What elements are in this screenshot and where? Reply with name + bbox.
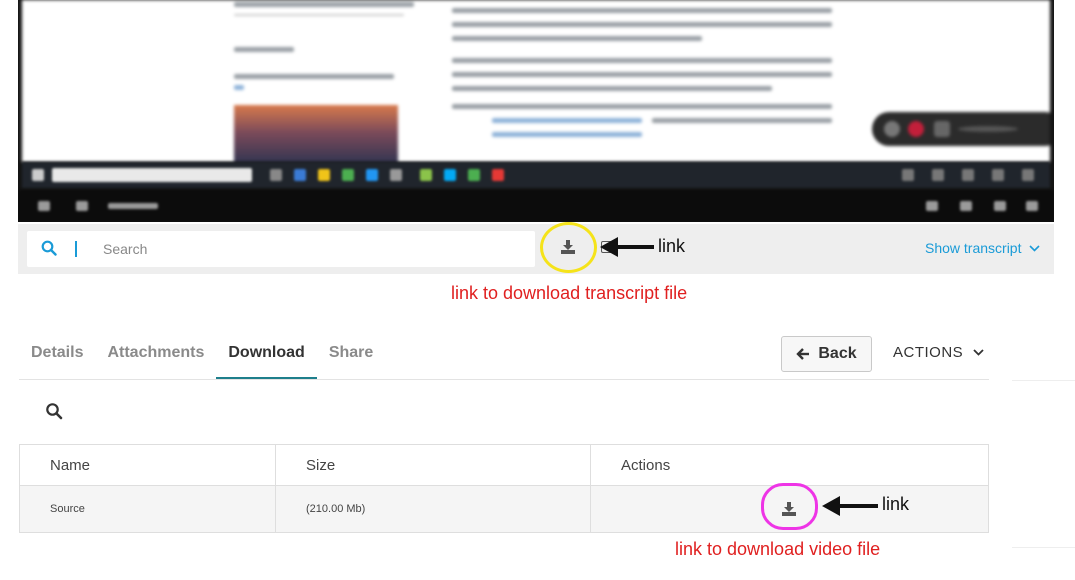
player-controls[interactable] <box>18 190 1054 222</box>
download-video-button[interactable] <box>777 497 801 521</box>
tab-share[interactable]: Share <box>317 330 385 380</box>
show-transcript-toggle[interactable]: Show transcript <box>925 240 1041 256</box>
column-header-actions: Actions <box>590 445 988 485</box>
column-header-size: Size <box>275 445 590 485</box>
download-transcript-button[interactable] <box>556 235 580 259</box>
row-actions <box>590 486 988 532</box>
show-transcript-label: Show transcript <box>925 240 1022 256</box>
divider <box>1012 547 1075 548</box>
actions-dropdown[interactable]: ACTIONS <box>893 344 984 361</box>
video-player[interactable] <box>18 0 1054 222</box>
row-size: (210.00 Mb) <box>275 486 590 532</box>
annotation-arrow-top <box>600 237 654 257</box>
chevron-down-icon <box>973 349 984 356</box>
annotation-arrow-bottom <box>822 496 878 516</box>
search-icon <box>41 240 57 256</box>
search-icon[interactable] <box>45 402 63 420</box>
downloads-table: Name Size Actions Source (210.00 Mb) <box>19 444 989 533</box>
annotation-caption-bottom: link to download video file <box>675 539 881 559</box>
download-icon <box>782 502 796 516</box>
column-header-name: Name <box>50 456 91 474</box>
actions-label: ACTIONS <box>893 344 964 361</box>
divider <box>1012 380 1075 381</box>
text-cursor <box>75 241 77 257</box>
row-name: Source <box>50 503 85 515</box>
annotation-caption-top: link to download transcript file <box>451 283 688 303</box>
tab-attachments[interactable]: Attachments <box>95 330 216 380</box>
annotation-link-label-top: link <box>658 236 686 256</box>
transcript-bar: Show transcript <box>18 224 1054 274</box>
page-root: Show transcript link link to download tr… <box>0 0 1075 580</box>
tabs-divider <box>19 379 989 380</box>
video-frame <box>22 0 1050 162</box>
detail-tabs: Details Attachments Download Share <box>19 330 385 380</box>
arrow-left-icon <box>796 348 810 360</box>
annotation-link-label-bottom: link <box>882 494 910 514</box>
tab-download[interactable]: Download <box>216 330 318 380</box>
back-button[interactable]: Back <box>781 336 872 372</box>
back-button-label: Back <box>818 345 857 362</box>
taskbar <box>22 162 1050 188</box>
download-icon <box>561 240 575 254</box>
transcript-search-input[interactable] <box>103 237 523 261</box>
chevron-down-icon <box>1029 244 1041 252</box>
table-header: Name Size Actions <box>20 445 988 486</box>
tab-details[interactable]: Details <box>19 330 95 380</box>
transcript-search-box[interactable] <box>27 231 535 267</box>
